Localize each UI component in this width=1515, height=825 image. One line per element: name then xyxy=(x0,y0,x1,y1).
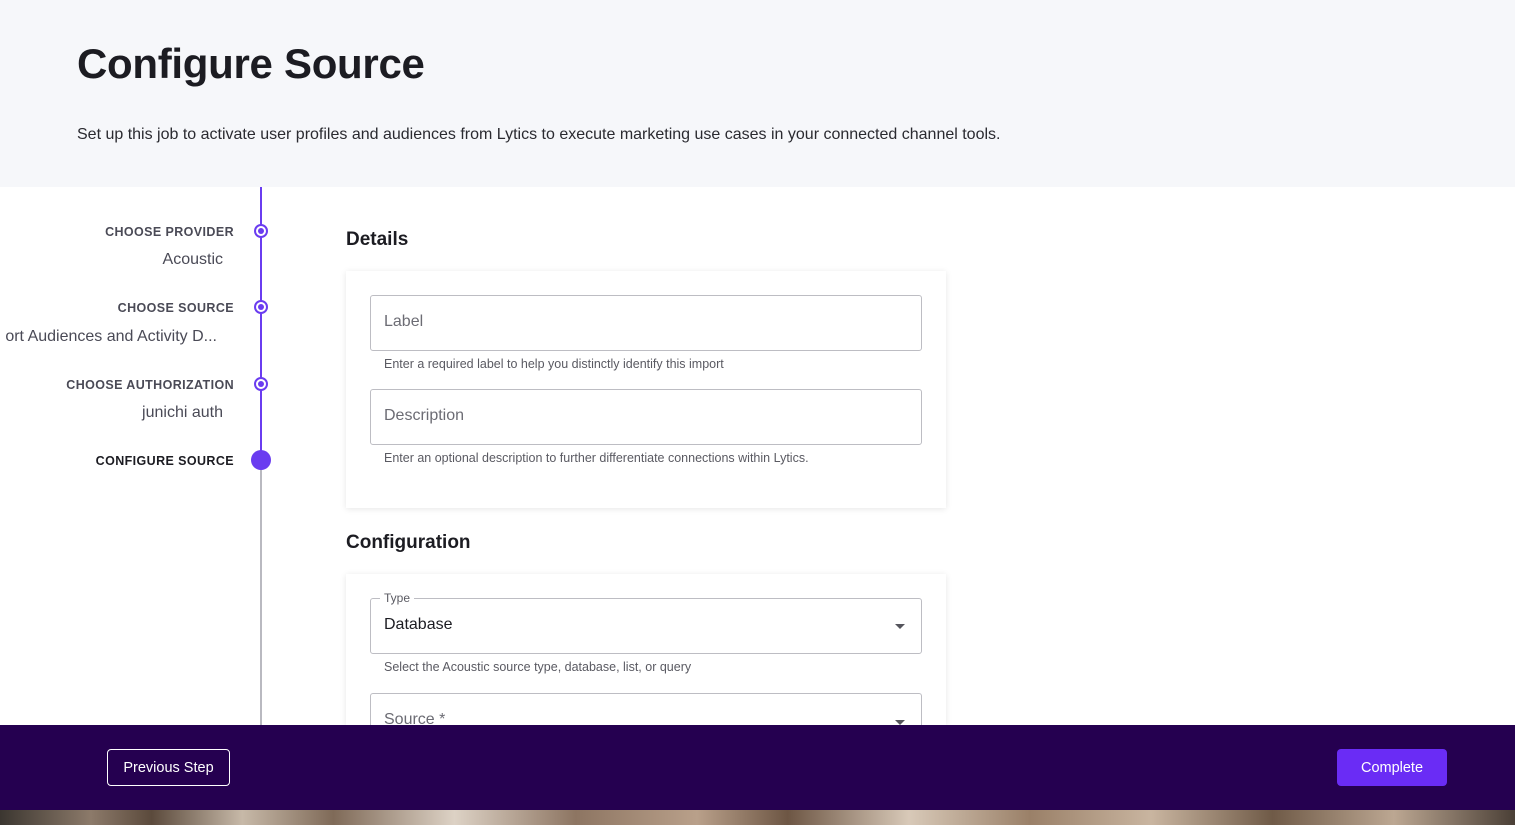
type-select[interactable]: Type Database xyxy=(370,591,922,654)
step-label-choose-provider[interactable]: CHOOSE PROVIDER xyxy=(105,225,234,239)
label-input[interactable]: Label xyxy=(370,295,922,351)
stepper-rail-pending xyxy=(260,460,262,725)
type-helper-text: Select the Acoustic source type, databas… xyxy=(384,660,692,674)
page-header: Configure Source Set up this job to acti… xyxy=(0,0,1515,187)
chevron-down-icon xyxy=(895,624,905,629)
footer-action-bar: Previous Step Complete xyxy=(0,725,1515,810)
step-dot-active-icon xyxy=(251,450,271,470)
details-card: Label Enter a required label to help you… xyxy=(346,271,946,508)
step-value-choose-source: ort Audiences and Activity D... xyxy=(5,328,217,345)
progress-stepper: CHOOSE PROVIDER Acoustic CHOOSE SOURCE o… xyxy=(0,187,300,725)
background-image-strip xyxy=(0,810,1515,825)
page-description: Set up this job to activate user profile… xyxy=(77,126,1001,143)
description-input-placeholder: Description xyxy=(384,407,465,424)
previous-step-button[interactable]: Previous Step xyxy=(107,749,230,786)
step-label-configure-source: CONFIGURE SOURCE xyxy=(95,454,234,468)
type-select-legend: Type xyxy=(380,591,415,605)
configuration-card: Type Database Select the Acoustic source… xyxy=(346,574,946,728)
description-input[interactable]: Description xyxy=(370,389,922,445)
label-input-placeholder: Label xyxy=(384,313,424,330)
description-helper-text: Enter an optional description to further… xyxy=(384,451,809,465)
step-value-choose-provider: Acoustic xyxy=(162,251,223,268)
step-label-choose-source[interactable]: CHOOSE SOURCE xyxy=(118,301,234,315)
type-select-value: Database xyxy=(384,616,453,633)
page-title: Configure Source xyxy=(77,40,425,87)
step-value-choose-authorization: junichi auth xyxy=(142,404,223,421)
step-dot-complete-icon xyxy=(254,224,268,238)
details-section-title: Details xyxy=(346,229,409,250)
step-dot-complete-icon xyxy=(254,300,268,314)
step-dot-complete-icon xyxy=(254,377,268,391)
configuration-section-title: Configuration xyxy=(346,532,471,553)
complete-button[interactable]: Complete xyxy=(1337,749,1447,786)
step-label-choose-authorization[interactable]: CHOOSE AUTHORIZATION xyxy=(66,378,234,392)
label-helper-text: Enter a required label to help you disti… xyxy=(384,357,724,371)
source-select[interactable]: Source * xyxy=(370,693,922,728)
